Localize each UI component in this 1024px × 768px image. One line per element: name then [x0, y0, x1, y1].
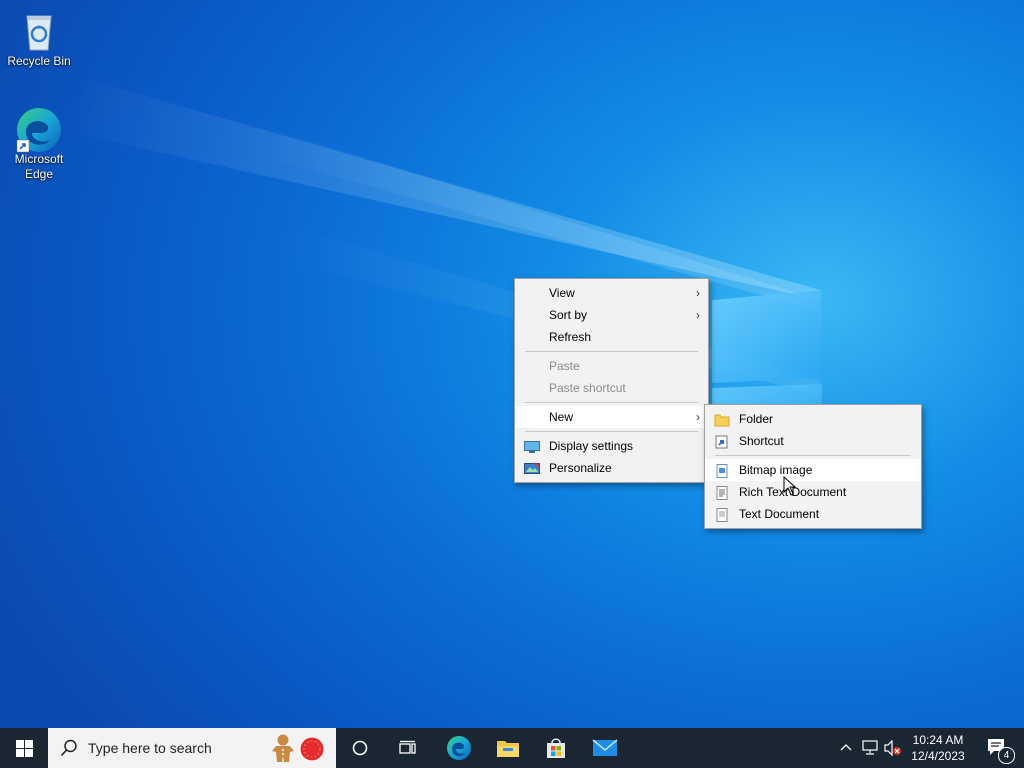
menu-item-new[interactable]: New ›: [515, 406, 708, 428]
cortana-button[interactable]: [338, 728, 382, 768]
submenu-item-rich-text-document[interactable]: Rich Text Document: [705, 481, 921, 503]
folder-icon: [714, 412, 730, 427]
desktop-icon-label: Microsoft Edge: [14, 152, 64, 181]
menu-item-display-settings[interactable]: Display settings: [515, 435, 708, 457]
menu-item-sort-by[interactable]: Sort by ›: [515, 304, 708, 326]
store-icon: [547, 738, 565, 758]
menu-separator: [525, 351, 698, 352]
personalize-icon: [524, 461, 540, 475]
taskbar-file-explorer-button[interactable]: [485, 728, 531, 768]
start-button[interactable]: [0, 728, 48, 768]
desktop-icon-recycle-bin[interactable]: Recycle Bin: [0, 8, 78, 69]
taskbar-mail-button[interactable]: [582, 728, 628, 768]
menu-item-paste: Paste: [549, 359, 580, 373]
chevron-right-icon: ›: [696, 286, 700, 300]
clock-time: 10:24 AM: [912, 733, 964, 747]
submenu-item-shortcut[interactable]: Shortcut: [705, 430, 921, 452]
system-tray: [834, 728, 904, 768]
cortana-icon: [352, 740, 368, 756]
shortcut-icon: [714, 434, 730, 449]
chevron-right-icon: ›: [696, 308, 700, 322]
submenu-item-bitmap-image[interactable]: Bitmap image: [705, 459, 921, 481]
search-icon: [60, 739, 77, 757]
action-center-button[interactable]: 4: [978, 728, 1018, 768]
wallpaper-light-beams: [60, 80, 822, 470]
display-settings-icon: [524, 439, 540, 453]
search-placeholder: Type here to search: [88, 740, 212, 756]
taskbar-search-box[interactable]: Type here to search: [48, 728, 336, 768]
rich-text-icon: [714, 485, 730, 500]
chevron-right-icon: ›: [696, 410, 700, 424]
menu-item-view[interactable]: View ›: [515, 282, 708, 304]
bitmap-icon: [714, 463, 730, 478]
menu-separator: [525, 402, 698, 403]
volume-muted-icon[interactable]: [884, 740, 902, 756]
desktop-icon-microsoft-edge[interactable]: Microsoft Edge: [0, 106, 78, 182]
recycle-bin-icon: [17, 8, 61, 52]
mouse-cursor-icon: [783, 476, 797, 496]
taskbar-store-button[interactable]: [533, 728, 579, 768]
menu-separator: [715, 455, 911, 456]
desktop-context-menu: View › Sort by › Refresh Paste Paste sho…: [514, 278, 709, 483]
search-highlight-icon: [299, 736, 325, 762]
gingerbread-icon: [272, 734, 294, 762]
network-icon[interactable]: [862, 740, 880, 756]
mail-icon: [592, 739, 618, 756]
file-explorer-icon: [497, 741, 519, 757]
task-view-button[interactable]: [386, 728, 430, 768]
menu-item-paste-shortcut: Paste shortcut: [549, 381, 626, 395]
submenu-item-folder[interactable]: Folder: [705, 408, 921, 430]
new-submenu: Folder Shortcut Bitmap image Rich Text D…: [704, 404, 922, 529]
task-view-icon: [399, 740, 416, 754]
menu-item-personalize[interactable]: Personalize: [515, 457, 708, 479]
edge-icon: [16, 106, 61, 153]
taskbar: Type here to search 10:24 AM 12/4/2023 4: [0, 728, 1024, 768]
taskbar-edge-button[interactable]: [436, 728, 482, 768]
edge-icon: [447, 736, 471, 760]
clock-date: 12/4/2023: [911, 749, 965, 763]
show-hidden-icons-chevron-icon[interactable]: [840, 743, 852, 751]
text-document-icon: [714, 507, 730, 522]
menu-item-refresh[interactable]: Refresh: [515, 326, 708, 348]
windows-logo-icon: [15, 739, 33, 757]
desktop-icon-label: Recycle Bin: [7, 54, 71, 68]
menu-separator: [525, 431, 698, 432]
taskbar-clock[interactable]: 10:24 AM 12/4/2023: [903, 732, 973, 764]
notification-count-badge: 4: [998, 747, 1015, 764]
submenu-item-text-document[interactable]: Text Document: [705, 503, 921, 525]
